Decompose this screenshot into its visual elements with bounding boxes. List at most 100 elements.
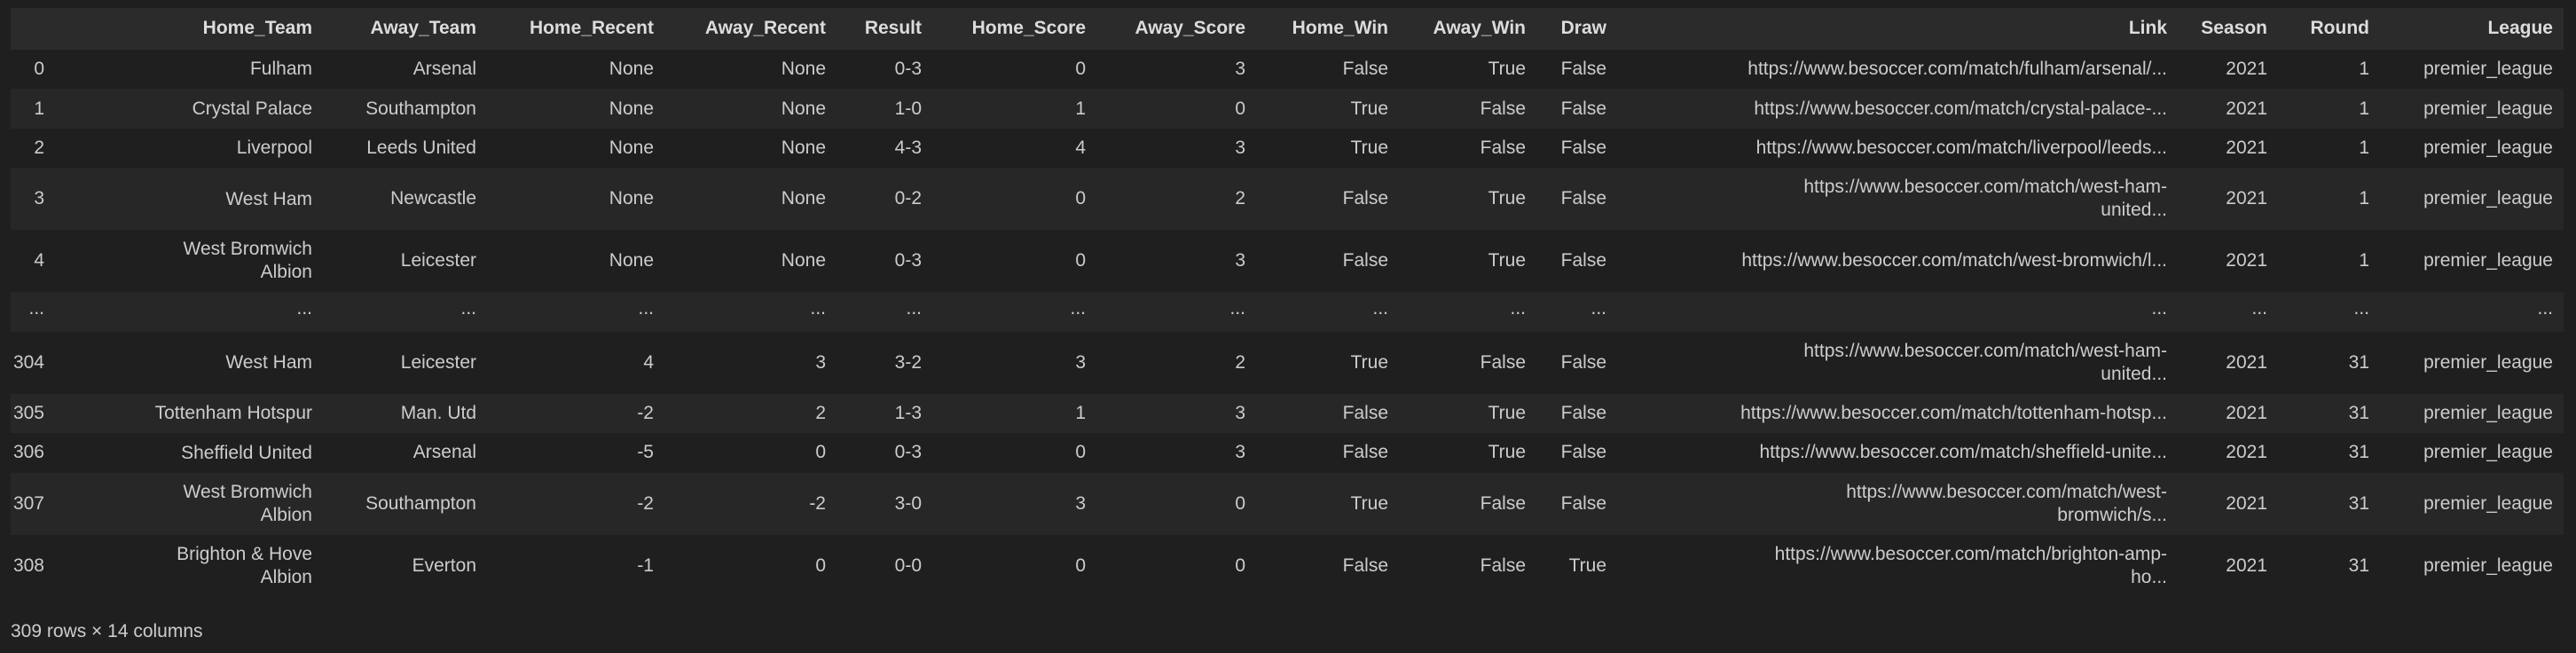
cell-home-team: Crystal Palace: [53, 89, 323, 128]
cell-home-recent: ...: [638, 297, 654, 319]
cell-home-score: 1: [1075, 403, 1086, 424]
cell-home-win: True: [1350, 351, 1388, 373]
cell-league: premier_league: [2423, 188, 2553, 209]
cell-season: 2021: [2226, 555, 2267, 576]
row-index: 308: [12, 555, 44, 576]
cell-away-team: Leeds United: [366, 138, 476, 159]
column-header-result: Result: [864, 18, 922, 38]
cell-result: ...: [906, 297, 922, 319]
cell-result: 0-2: [894, 188, 922, 209]
cell-season: 2021: [2226, 59, 2267, 80]
cell-home-score: 0: [1075, 442, 1086, 463]
home-team-text: Tottenham Hotspur: [154, 403, 312, 424]
cell-away-team: Southampton: [365, 492, 476, 514]
cell-home-recent: 4: [643, 351, 654, 373]
cell-home-win: True: [1350, 492, 1388, 514]
cell-home-recent: -5: [637, 442, 654, 463]
cell-away-score: 2: [1235, 188, 1245, 209]
home-team-text: Crystal Palace: [192, 98, 312, 119]
dataframe-output: Home_Team Away_Team Home_Recent Away_Recent…: [11, 8, 2564, 597]
row-index: 2: [34, 138, 44, 159]
home-team-text: Sheffield United: [181, 442, 312, 463]
cell-result: 3-2: [894, 351, 922, 373]
cell-home-score: 0: [1075, 250, 1086, 271]
cell-home-recent: None: [609, 138, 654, 159]
cell-draw: False: [1560, 442, 1606, 463]
cell-away-team: Man. Utd: [400, 403, 476, 424]
cell-away-score: 0: [1235, 492, 1245, 514]
cell-away-recent: 0: [815, 555, 826, 576]
cell-home-team: West Bromwich Albion: [53, 230, 323, 292]
cell-link: https://www.besoccer.com/match/sheffield…: [1759, 442, 2168, 463]
cell-league: premier_league: [2423, 59, 2553, 80]
home-team-text: West Bromwich Albion: [183, 239, 312, 283]
cell-away-win: True: [1488, 250, 1526, 271]
cell-draw: False: [1560, 492, 1606, 514]
cell-result: 1-3: [894, 403, 922, 424]
home-team-text: West Bromwich Albion: [183, 481, 312, 525]
cell-away-score: 0: [1235, 98, 1245, 119]
cell-home-score: 0: [1075, 188, 1086, 209]
cell-home-team: Liverpool: [53, 129, 323, 168]
cell-home-recent: None: [609, 188, 654, 209]
cell-season: 2021: [2226, 98, 2267, 119]
cell-league: premier_league: [2423, 98, 2553, 119]
cell-season: 2021: [2226, 403, 2267, 424]
cell-away-recent: 0: [815, 442, 826, 463]
cell-home-win: ...: [1372, 297, 1388, 319]
cell-away-score: 3: [1235, 250, 1245, 271]
cell-round: 31: [2348, 442, 2369, 463]
cell-season: 2021: [2226, 250, 2267, 271]
cell-draw: False: [1560, 250, 1606, 271]
home-team-text: ...: [296, 297, 312, 319]
cell-league: premier_league: [2423, 555, 2553, 576]
cell-away-win: True: [1488, 442, 1526, 463]
table-row: 1 Crystal Palace Southampton None None 1-0 1 0 T…: [11, 89, 2564, 129]
cell-home-win: False: [1342, 188, 1388, 209]
cell-away-win: False: [1480, 98, 1526, 119]
row-index: 306: [12, 442, 44, 463]
table-row: 306 Sheffield United Arsenal -5 0 0-3 0 3 False T…: [11, 433, 2564, 473]
cell-away-recent: None: [781, 188, 826, 209]
cell-result: 0-3: [894, 59, 922, 80]
column-header-round: Round: [2310, 18, 2369, 38]
row-index: ...: [28, 297, 44, 319]
cell-home-win: False: [1342, 555, 1388, 576]
cell-result: 3-0: [894, 492, 922, 514]
cell-home-recent: -2: [637, 403, 654, 424]
cell-round: ...: [2353, 297, 2369, 319]
table-row: 307 West Bromwich Albion Southampton -2 -2 3-…: [11, 472, 2564, 535]
table-row: 308 Brighton & Hove Albion Everton -1 0 0-0 0 0…: [11, 534, 2564, 597]
cell-away-team: ...: [460, 297, 476, 319]
cell-home-team: West Ham: [53, 168, 323, 230]
cell-away-score: 0: [1235, 555, 1245, 576]
row-index: 4: [34, 250, 44, 271]
cell-season: 2021: [2226, 351, 2267, 373]
cell-away-recent: None: [781, 138, 826, 159]
home-team-text: West Ham: [225, 352, 312, 374]
cell-away-score: 3: [1235, 59, 1245, 80]
cell-away-score: 3: [1235, 442, 1245, 463]
cell-season: 2021: [2226, 492, 2267, 514]
cell-home-recent: None: [609, 98, 654, 119]
cell-league: premier_league: [2423, 138, 2553, 159]
dataframe-shape: 309 rows × 14 columns: [11, 621, 203, 641]
cell-draw: True: [1568, 555, 1606, 576]
table-row: 304 West Ham Leicester 4 3 3-2 3 2 True False Fals…: [11, 331, 2564, 394]
cell-home-score: ...: [1070, 297, 1086, 319]
cell-away-win: True: [1488, 403, 1526, 424]
cell-away-score: 3: [1235, 403, 1245, 424]
cell-home-win: True: [1350, 98, 1388, 119]
cell-away-win: False: [1480, 138, 1526, 159]
cell-link: https://www.besoccer.com/match/fulham/ar…: [1747, 59, 2167, 80]
cell-home-score: 1: [1075, 98, 1086, 119]
cell-home-score: 4: [1075, 138, 1086, 159]
cell-link: https://www.besoccer.com/match/tottenham…: [1740, 403, 2167, 424]
cell-away-team: Leicester: [400, 250, 476, 271]
cell-round: 31: [2348, 492, 2369, 514]
cell-home-recent: None: [609, 250, 654, 271]
cell-link: ...: [2151, 297, 2167, 319]
cell-round: 1: [2359, 188, 2369, 209]
cell-round: 31: [2348, 351, 2369, 373]
index-header: [11, 8, 53, 50]
